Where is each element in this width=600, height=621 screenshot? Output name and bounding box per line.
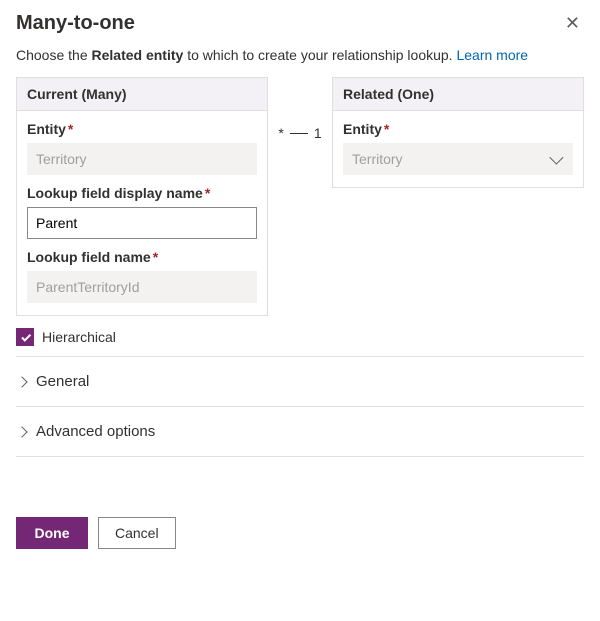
current-entity-field: Entity* Territory [27, 121, 257, 175]
current-entity-value: Territory [27, 143, 257, 175]
done-button[interactable]: Done [16, 517, 88, 549]
hierarchical-checkbox[interactable] [16, 328, 34, 346]
required-mark: * [153, 249, 158, 265]
intro-text: Choose the Related entity to which to cr… [16, 47, 584, 63]
connector-many: * [278, 125, 283, 141]
chevron-down-icon [549, 151, 563, 165]
required-mark: * [384, 121, 389, 137]
related-entity-field: Entity* Territory [343, 121, 573, 175]
hierarchical-label: Hierarchical [42, 329, 116, 345]
footer-buttons: Done Cancel [16, 517, 584, 549]
general-section-label: General [36, 373, 89, 390]
cancel-button[interactable]: Cancel [98, 517, 176, 549]
entity-columns: Current (Many) Entity* Territory Lookup … [16, 77, 584, 316]
chevron-right-icon [16, 426, 27, 437]
connector-one: 1 [314, 125, 322, 141]
lookup-display-label: Lookup field display name* [27, 185, 257, 201]
required-mark: * [205, 185, 210, 201]
related-entity-label-text: Entity [343, 121, 382, 137]
related-card-header: Related (One) [333, 78, 583, 111]
lookup-display-input[interactable] [27, 207, 257, 239]
lookup-name-field: Lookup field name* ParentTerritoryId [27, 249, 257, 303]
hierarchical-row: Hierarchical [16, 328, 584, 346]
intro-prefix: Choose the [16, 47, 92, 63]
current-card-body: Entity* Territory Lookup field display n… [17, 111, 267, 315]
related-entity-value: Territory [352, 151, 403, 167]
lookup-name-label-text: Lookup field name [27, 249, 151, 265]
lookup-display-label-text: Lookup field display name [27, 185, 203, 201]
current-entity-label-text: Entity [27, 121, 66, 137]
lookup-name-value: ParentTerritoryId [27, 271, 257, 303]
related-card: Related (One) Entity* Territory [332, 77, 584, 188]
general-section-toggle[interactable]: General [16, 361, 584, 402]
learn-more-link[interactable]: Learn more [456, 47, 528, 63]
intro-suffix: to which to create your relationship loo… [183, 47, 456, 63]
required-mark: * [68, 121, 73, 137]
advanced-section-toggle[interactable]: Advanced options [16, 411, 584, 452]
close-icon[interactable]: ✕ [561, 12, 584, 34]
related-card-body: Entity* Territory [333, 111, 583, 187]
panel-title: Many-to-one [16, 12, 135, 35]
panel-header: Many-to-one ✕ [16, 12, 584, 47]
divider [16, 356, 584, 357]
lookup-display-field: Lookup field display name* [27, 185, 257, 239]
intro-bold: Related entity [92, 47, 184, 63]
divider [16, 406, 584, 407]
relationship-connector: * 1 [268, 125, 332, 141]
related-entity-label: Entity* [343, 121, 573, 137]
checkmark-icon [21, 331, 31, 341]
many-to-one-panel: Many-to-one ✕ Choose the Related entity … [0, 0, 600, 565]
divider [16, 456, 584, 457]
connector-line-icon [290, 133, 308, 134]
current-card: Current (Many) Entity* Territory Lookup … [16, 77, 268, 316]
current-entity-label: Entity* [27, 121, 257, 137]
current-card-header: Current (Many) [17, 78, 267, 111]
lookup-name-label: Lookup field name* [27, 249, 257, 265]
chevron-right-icon [16, 376, 27, 387]
related-entity-select[interactable]: Territory [343, 143, 573, 175]
advanced-section-label: Advanced options [36, 423, 155, 440]
